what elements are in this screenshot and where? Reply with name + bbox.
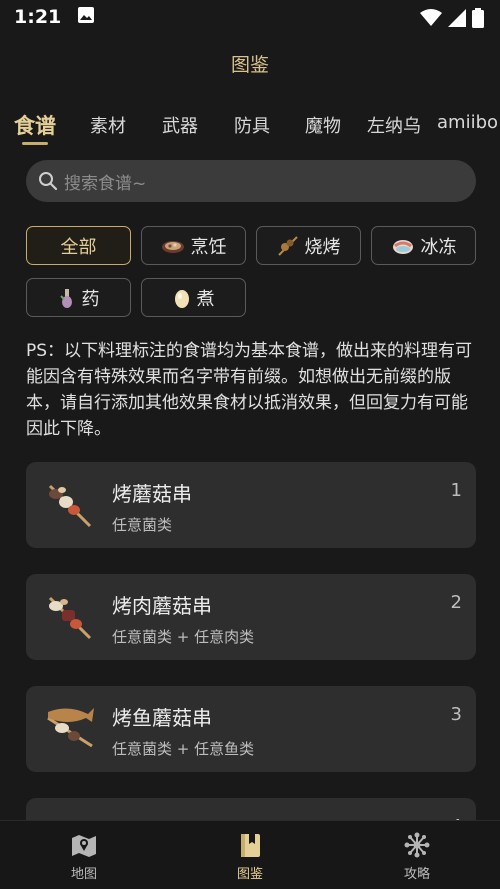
- tab-recipes[interactable]: 食谱: [14, 110, 56, 140]
- image-notification-icon: [77, 6, 95, 28]
- medicine-icon: [59, 288, 72, 308]
- search-input[interactable]: 搜索食谱~: [26, 160, 476, 202]
- fish-mushroom-skewer-icon: [42, 700, 98, 756]
- filter-grill[interactable]: 烧烤: [256, 226, 361, 265]
- recipe-note: PS：以下料理标注的食谱均为基本食谱，做出来的料理有可能因含有特殊效果而名字带有…: [26, 341, 473, 439]
- filter-label: 烹饪: [190, 236, 227, 258]
- recipe-number: 2: [450, 592, 462, 613]
- filter-all[interactable]: 全部: [26, 226, 131, 265]
- pot-icon: [161, 240, 184, 253]
- filter-label: 冰冻: [420, 236, 457, 258]
- wifi-icon: [420, 9, 442, 26]
- filter-frozen[interactable]: 冰冻: [371, 226, 476, 265]
- bottom-nav: 地图 图鉴 攻略: [0, 820, 500, 889]
- nav-label: 地图: [70, 867, 97, 882]
- nav-map[interactable]: 地图: [44, 831, 124, 882]
- status-time: 1:21: [14, 6, 62, 28]
- recipe-card[interactable]: 烤肉蘑菇串 任意菌类 + 任意肉类 2: [26, 574, 476, 660]
- egg-icon: [174, 289, 189, 308]
- recipe-ingredients: 任意菌类: [112, 516, 173, 534]
- filter-label: 烧烤: [304, 236, 341, 258]
- ice-food-icon: [392, 239, 413, 254]
- battery-icon: [472, 8, 484, 28]
- active-tab-indicator: [22, 142, 48, 145]
- recipe-ingredients: 任意菌类 + 任意鱼类: [112, 740, 255, 758]
- recipe-number: 3: [450, 704, 462, 725]
- meat-mushroom-skewer-icon: [42, 588, 98, 644]
- recipe-card[interactable]: 烤蘑菇串 任意菌类 1: [26, 462, 476, 548]
- page-title: 图鉴: [230, 54, 269, 76]
- tab-armor[interactable]: 防具: [234, 112, 270, 138]
- status-bar: 1:21: [0, 0, 500, 34]
- recipe-name: 烤肉蘑菇串: [112, 594, 212, 618]
- map-icon: [72, 835, 96, 857]
- filter-label: 药: [81, 288, 100, 310]
- filter-cooking[interactable]: 烹饪: [141, 226, 246, 265]
- recipe-card[interactable]: 烤鱼蘑菇串 任意菌类 + 任意鱼类 3: [26, 686, 476, 772]
- recipe-number: 1: [450, 480, 462, 501]
- guide-icon: [404, 832, 430, 858]
- filter-boil[interactable]: 煮: [141, 278, 246, 317]
- recipe-ingredients: 任意菌类 + 任意肉类: [112, 628, 255, 646]
- recipe-name: 烤鱼蘑菇串: [112, 706, 212, 730]
- nav-codex[interactable]: 图鉴: [210, 831, 290, 882]
- status-icons: [420, 8, 484, 28]
- nav-label: 图鉴: [236, 867, 263, 882]
- filter-label: 全部: [60, 236, 97, 258]
- mushroom-skewer-icon: [42, 476, 98, 532]
- nav-guide[interactable]: 攻略: [377, 831, 457, 882]
- skewer-icon: [277, 235, 298, 256]
- search-placeholder: 搜索食谱~: [64, 173, 147, 194]
- recipe-name: 烤蘑菇串: [112, 482, 192, 506]
- tab-monsters[interactable]: 魔物: [305, 112, 341, 138]
- tab-materials[interactable]: 素材: [90, 112, 126, 138]
- tab-zonai[interactable]: 左纳乌: [367, 112, 421, 138]
- category-tabs: 食谱 素材 武器 防具 魔物 左纳乌 amiibo: [0, 108, 500, 145]
- filter-label: 煮: [196, 288, 215, 310]
- tab-weapons[interactable]: 武器: [162, 112, 198, 138]
- search-icon: [39, 172, 58, 191]
- filter-medicine[interactable]: 药: [26, 278, 131, 317]
- nav-label: 攻略: [403, 867, 430, 882]
- book-icon: [241, 834, 260, 857]
- signal-icon: [448, 9, 466, 27]
- tab-amiibo[interactable]: amiibo: [437, 112, 498, 133]
